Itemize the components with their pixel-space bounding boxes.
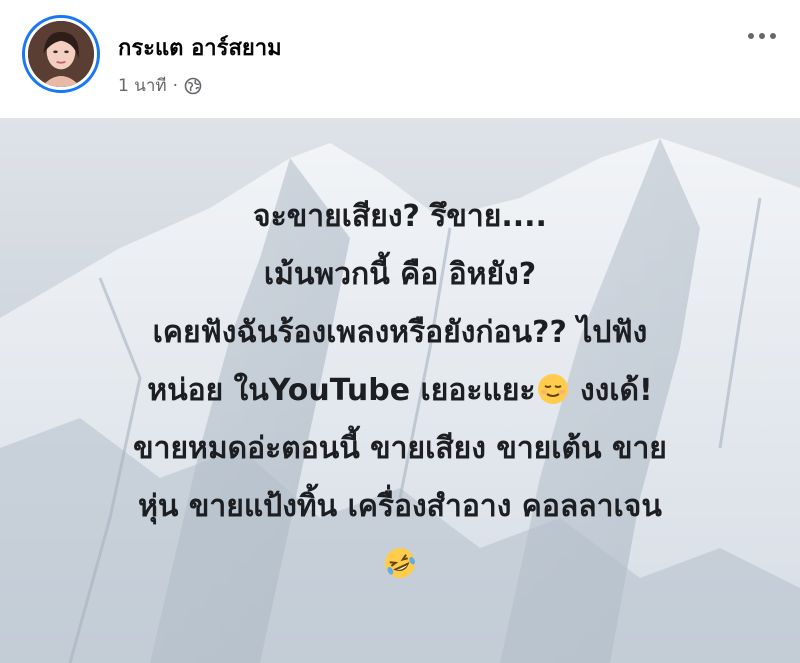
post-line: เม้นพวกนี้ คือ อิหยัง?: [263, 257, 537, 292]
author-name[interactable]: กระแต อาร์สยาม: [118, 30, 282, 65]
relieved-face-emoji-icon: [536, 368, 570, 404]
post-body-text: จะขายเสียง? รึขาย.... เม้นพวกนี้ คือ อิห…: [40, 188, 760, 594]
more-options-button[interactable]: [742, 22, 782, 50]
post-line-text: งงเด้!: [579, 373, 653, 408]
post-line: เคยฟังฉันร้องเพลงหรือยังก่อน?? ไปฟัง: [152, 315, 648, 350]
post-header: กระแต อาร์สยาม 1 นาที ·: [0, 0, 800, 118]
post-line: จะขายเสียง? รึขาย....: [253, 199, 547, 234]
avatar-photo: [28, 21, 94, 87]
avatar-portrait-icon: [28, 21, 94, 87]
post-line: ขายหมดอ่ะตอนนี้ ขายเสียง ขายเต้น ขาย: [133, 431, 667, 466]
post-time[interactable]: 1 นาที: [118, 72, 167, 99]
facebook-post: กระแต อาร์สยาม 1 นาที · จะขายเสียง? รึขา…: [0, 0, 800, 663]
post-background-card[interactable]: จะขายเสียง? รึขาย.... เม้นพวกนี้ คือ อิห…: [0, 118, 800, 663]
post-line-text: หน่อย ในYouTube เยอะแยะ: [147, 373, 536, 408]
more-dot-icon: [759, 33, 765, 39]
rolling-laughing-emoji-icon: [383, 542, 417, 578]
post-meta: 1 นาที ·: [118, 72, 202, 99]
more-dot-icon: [770, 33, 776, 39]
avatar[interactable]: [22, 15, 100, 93]
post-line: [40, 536, 760, 594]
meta-separator: ·: [172, 75, 178, 96]
more-dot-icon: [748, 33, 754, 39]
globe-icon[interactable]: [184, 77, 202, 95]
post-line: หน่อย ในYouTube เยอะแยะ งงเด้!: [40, 362, 760, 420]
post-line: หุ่น ขายแป้งทิ้น เครื่องสำอาง คอลลาเจน: [138, 489, 662, 524]
